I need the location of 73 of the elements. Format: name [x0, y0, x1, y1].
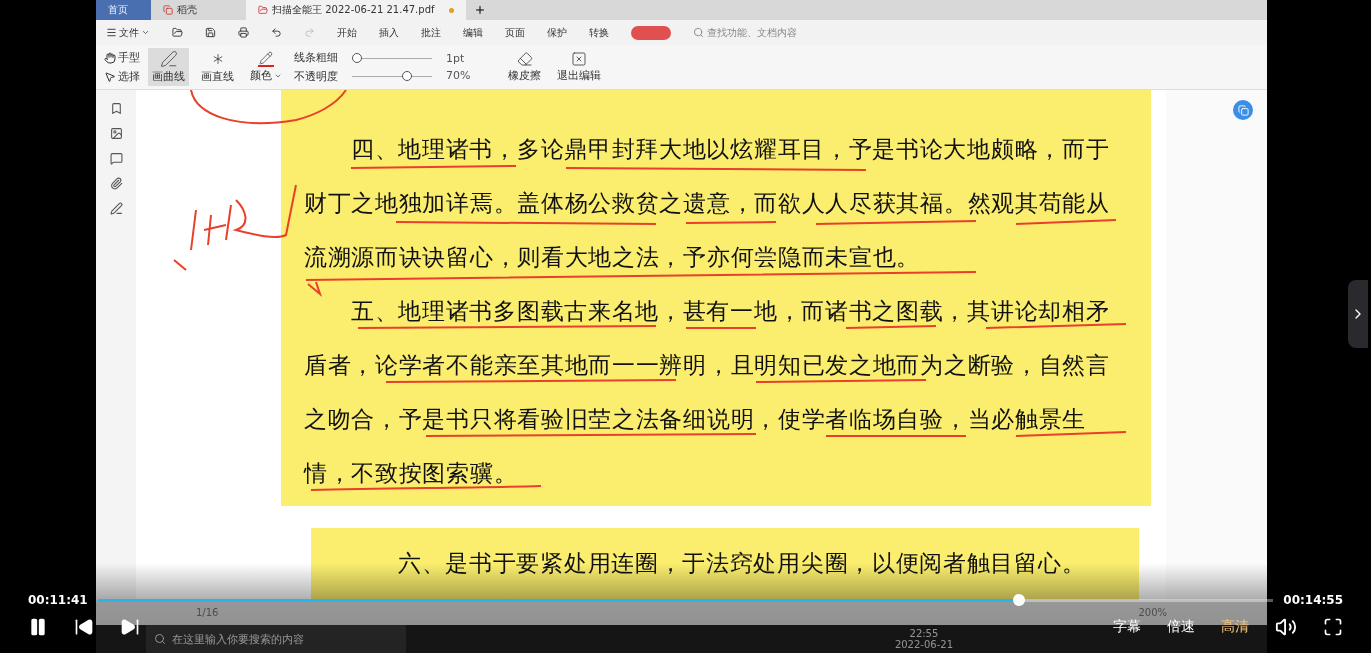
slider-thumb[interactable] — [352, 53, 362, 63]
document-tab[interactable]: 扫描全能王 2022-06-21 21.47.pdf — [246, 0, 466, 20]
pencil-icon — [258, 51, 274, 67]
docer-icon — [163, 5, 173, 15]
pdf-icon — [258, 5, 268, 15]
current-time: 00:11:41 — [28, 593, 88, 607]
undo-icon[interactable] — [271, 27, 282, 38]
text-line: 盾者，论学者不能亲至其地而一一辨明，且明知已发之地而为之断验，自然言 — [304, 351, 1111, 380]
hand-tool[interactable]: 手型 — [104, 50, 140, 65]
image-icon[interactable] — [109, 127, 123, 140]
next-panel-button[interactable] — [1348, 280, 1368, 348]
text-line: 财丁之地独加详焉。盖体杨公救贫之遗意，而欲人人尽获其福。然观其苟能从 — [304, 189, 1111, 218]
thickness-value[interactable]: 1pt — [446, 52, 496, 65]
next-icon[interactable] — [120, 617, 140, 637]
previous-icon[interactable] — [74, 617, 94, 637]
draw-tab[interactable] — [631, 25, 671, 40]
document-tab[interactable]: 稻壳 — [151, 0, 246, 20]
volume-icon[interactable] — [1275, 616, 1297, 638]
draw-tool-button[interactable]: 画直线 — [197, 48, 238, 86]
search-icon — [693, 27, 704, 38]
file-menu[interactable]: 文件 — [106, 25, 150, 40]
text-line: 流溯源而诀诀留心，则看大地之法，予亦何尝隐而未宣也。 — [304, 243, 922, 272]
color-label: 颜色 — [250, 68, 282, 83]
text-line: 情，不致按图索骥。 — [304, 459, 519, 488]
player-option[interactable]: 字幕 — [1113, 618, 1141, 636]
text-line: 五、地理诸书多图载古来名地，甚有一地，而诸书之图载，其讲论却相矛 — [350, 297, 1111, 326]
slider-thumb[interactable] — [402, 71, 413, 81]
menu-tab[interactable]: 插入 — [379, 25, 399, 40]
open-icon[interactable] — [172, 27, 183, 38]
menu-tab[interactable]: 开始 — [337, 25, 357, 40]
color-button[interactable]: 颜色 — [246, 49, 286, 85]
draw-tool-button[interactable]: 画曲线 — [148, 48, 189, 86]
player-option[interactable]: 高清 — [1221, 618, 1249, 636]
signature-icon[interactable] — [109, 202, 123, 215]
select-tool[interactable]: 选择 — [104, 69, 140, 84]
pause-icon[interactable] — [28, 617, 48, 637]
menu-icon — [106, 27, 117, 38]
menu-tab[interactable]: 批注 — [421, 25, 441, 40]
fullscreen-icon[interactable] — [1323, 617, 1343, 637]
pen-line-icon — [159, 50, 178, 68]
print-icon[interactable] — [238, 27, 249, 38]
text-line: 之吻合，予是书只将看验旧茔之法备细说明，使学者临场自验，当必触景生 — [304, 405, 1088, 434]
caret-icon — [141, 28, 150, 37]
opacity-label: 不透明度 — [294, 69, 338, 84]
comment-icon[interactable] — [109, 152, 123, 165]
taskbar-search-field[interactable]: 在这里输入你要搜索的内容 — [146, 625, 406, 653]
pointer-icon — [104, 70, 116, 83]
hand-icon — [104, 51, 116, 64]
menu-tab[interactable]: 转换 — [589, 25, 609, 40]
menu-tab[interactable]: 编辑 — [463, 25, 483, 40]
menu-tab[interactable]: 页面 — [505, 25, 525, 40]
eraser-button[interactable]: 橡皮擦 — [504, 49, 545, 85]
exit-edit-button[interactable]: 退出编辑 — [553, 49, 605, 85]
copy-icon — [1237, 104, 1249, 116]
unsaved-dot — [448, 7, 454, 13]
save-icon[interactable] — [205, 27, 216, 38]
text-line: 六、是书于要紧处用连圈，于法窍处用尖圈，以便阅者触目留心。 — [397, 549, 1087, 578]
search-icon — [154, 633, 166, 645]
bookmark-icon[interactable] — [109, 102, 123, 115]
translate-button[interactable] — [1233, 100, 1253, 120]
text-line: 四、地理诸书，多论鼎甲封拜大地以炫耀耳目，予是书论大地颇略，而于 — [350, 135, 1111, 164]
new-tab-icon[interactable] — [473, 4, 486, 16]
thickness-label: 线条粗细 — [294, 50, 338, 65]
document-tab[interactable]: 首页 — [96, 0, 151, 20]
total-time: 00:14:55 — [1283, 593, 1343, 607]
opacity-value[interactable]: 70% — [446, 69, 496, 82]
menu-tab[interactable]: 保护 — [547, 25, 567, 40]
clock-time: 22:55 — [909, 628, 939, 639]
attachment-icon[interactable] — [109, 177, 123, 190]
clock-date: 2022-06-21 — [894, 639, 953, 650]
close-icon — [571, 51, 587, 67]
eraser-icon — [516, 51, 533, 67]
player-option[interactable]: 倍速 — [1167, 618, 1195, 636]
